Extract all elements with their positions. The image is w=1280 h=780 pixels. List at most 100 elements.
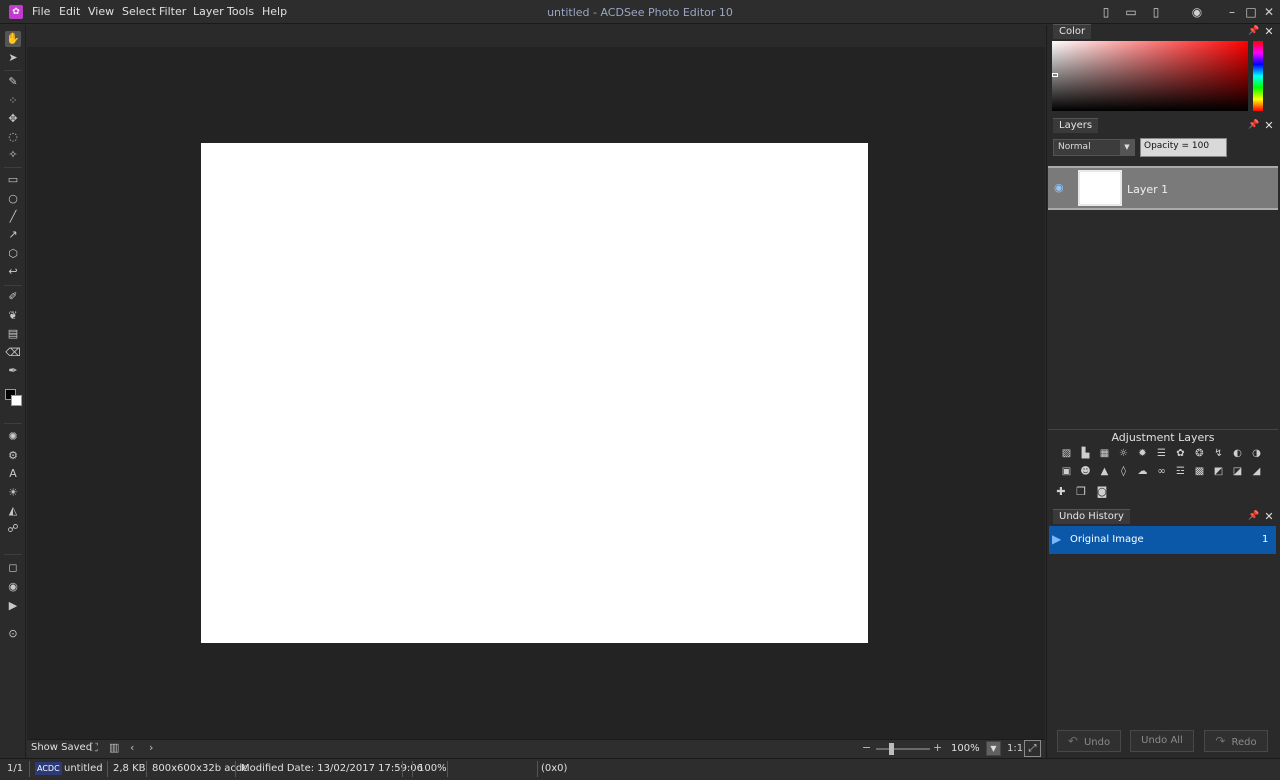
color-picker-marker[interactable] [1052, 73, 1058, 77]
polygon-tool-icon[interactable]: ⬡ [5, 246, 21, 262]
pin-icon[interactable]: 📌 [1248, 26, 1259, 38]
gradient-tool-icon[interactable]: ▤ [5, 326, 21, 342]
app-logo-icon[interactable]: ✿ [9, 5, 23, 19]
sharpen-icon[interactable]: ▲ [1098, 465, 1111, 478]
text-tool-icon[interactable]: A [5, 466, 21, 482]
visibility-icon[interactable]: ◉ [1190, 5, 1204, 19]
menu-edit[interactable]: Edit [59, 5, 80, 18]
zoom-slider[interactable] [876, 748, 930, 750]
menu-help[interactable]: Help [262, 5, 287, 18]
ellipse-tool-icon[interactable]: ○ [5, 191, 21, 207]
hand-tool-icon[interactable]: ✋ [5, 31, 21, 47]
line-tool-icon[interactable]: ╱ [5, 209, 21, 225]
selection-brush-icon[interactable]: ✎ [5, 74, 21, 90]
curves-icon[interactable]: ▦ [1098, 447, 1111, 460]
menu-file[interactable]: File [32, 5, 50, 18]
exposure-icon[interactable]: ✹ [1136, 447, 1149, 460]
background-color-swatch[interactable] [11, 395, 22, 406]
close-icon[interactable]: ✕ [1264, 120, 1274, 132]
chevron-down-icon[interactable]: ▼ [1120, 140, 1134, 155]
menu-filter[interactable]: Filter [159, 5, 186, 18]
photo-filter-icon[interactable]: ▣ [1060, 465, 1073, 478]
show-saved-button[interactable]: Show Saved [31, 742, 92, 753]
layers-panel-title[interactable]: Layers [1053, 118, 1099, 133]
undo-history-panel-title[interactable]: Undo History [1053, 509, 1130, 524]
add-layer-icon[interactable]: ✚ [1054, 486, 1068, 498]
color-balance-icon[interactable]: ✿ [1174, 447, 1187, 460]
repair-tool-icon[interactable]: ✺ [5, 429, 21, 445]
zoom-dropdown-chevron-icon[interactable]: ▼ [986, 741, 1001, 756]
color-picker-field[interactable] [1052, 41, 1248, 111]
menu-tools[interactable]: Tools [227, 5, 254, 18]
layout-bottom-icon[interactable]: ▭ [1124, 5, 1138, 19]
portrait-icon[interactable]: ☻ [1079, 465, 1092, 478]
zoom-value[interactable]: 100% [951, 743, 980, 754]
redo-button[interactable]: ↷ Redo [1204, 730, 1268, 752]
zoom-in-icon[interactable]: + [933, 741, 942, 754]
lasso-tool-icon[interactable]: ◌ [5, 129, 21, 145]
transform-tool-icon[interactable]: ✥ [5, 111, 21, 127]
landscape-icon[interactable]: ◩ [1212, 465, 1225, 478]
vignette-icon[interactable]: ☁ [1136, 465, 1149, 478]
paint-bucket-icon[interactable]: ❦ [5, 308, 21, 324]
red-eye-tool-icon[interactable]: ☍ [5, 521, 21, 537]
hue-saturation-icon[interactable]: ❂ [1193, 447, 1206, 460]
eraser-tool-icon[interactable]: ⌫ [5, 345, 21, 361]
gradient-map-icon[interactable]: ◪ [1231, 465, 1244, 478]
glasses-icon[interactable]: ∞ [1155, 465, 1168, 478]
brightness-icon[interactable]: ☼ [1117, 447, 1130, 460]
layout-right-icon[interactable]: ▯ [1149, 5, 1163, 19]
fade-icon[interactable]: ☲ [1174, 465, 1187, 478]
close-window-icon[interactable]: ✕ [1262, 5, 1276, 19]
layout-left-icon[interactable]: ▯ [1099, 5, 1113, 19]
arrow-tool-icon[interactable]: ↗ [5, 227, 21, 243]
mask-circle-icon[interactable]: ◉ [5, 579, 21, 595]
menu-layer[interactable]: Layer [193, 5, 224, 18]
eyedropper-tool-icon[interactable]: ✒ [5, 363, 21, 379]
fill-tool-icon[interactable]: ◭ [5, 503, 21, 519]
histogram-icon[interactable]: ▙ [1079, 447, 1092, 460]
mask-square-icon[interactable]: ◻ [5, 560, 21, 576]
previous-image-icon[interactable]: ‹ [130, 741, 134, 754]
zoom-slider-thumb[interactable] [889, 743, 894, 755]
undo-all-button[interactable]: Undo All [1130, 730, 1194, 752]
invert-icon[interactable]: ◐ [1231, 447, 1244, 460]
settings-tool-icon[interactable]: ⚙ [5, 448, 21, 464]
record-action-icon[interactable]: ⊙ [5, 626, 21, 642]
grid-icon[interactable]: ▩ [1193, 465, 1206, 478]
pin-icon[interactable]: 📌 [1248, 511, 1259, 523]
pin-icon[interactable]: 📌 [1248, 120, 1259, 132]
close-icon[interactable]: ✕ [1264, 511, 1274, 523]
hue-slider[interactable] [1253, 41, 1263, 111]
menu-select[interactable]: Select [122, 5, 156, 18]
fit-to-window-icon[interactable]: ⤢ [1024, 740, 1041, 757]
curve-tool-icon[interactable]: ↩ [5, 264, 21, 280]
duplicate-layer-icon[interactable]: ❐ [1074, 486, 1088, 498]
opacity-field[interactable]: Opacity = 100 [1140, 138, 1227, 157]
menu-view[interactable]: View [88, 5, 114, 18]
rectangle-tool-icon[interactable]: ▭ [5, 172, 21, 188]
levels-icon[interactable]: ▨ [1060, 447, 1073, 460]
next-image-icon[interactable]: › [149, 741, 153, 754]
eye-icon[interactable]: ◉ [1054, 181, 1064, 194]
move-tool-icon[interactable]: ➤ [5, 50, 21, 66]
tone-curve-icon[interactable]: ↯ [1212, 447, 1225, 460]
fullscreen-icon[interactable]: ⛶ [90, 741, 98, 755]
black-white-icon[interactable]: ◑ [1250, 447, 1263, 460]
play-action-icon[interactable]: ▶ [5, 598, 21, 614]
sliders-icon[interactable]: ☰ [1155, 447, 1168, 460]
actual-size-button[interactable]: 1:1 [1007, 743, 1023, 754]
minimize-icon[interactable]: – [1225, 5, 1239, 19]
undo-button[interactable]: ↶ Undo [1057, 730, 1121, 752]
magic-wand-icon[interactable]: ✧ [5, 147, 21, 163]
histogram-icon[interactable]: ▥ [109, 741, 119, 754]
selection-nodes-icon[interactable]: ⁘ [5, 93, 21, 109]
droplet-icon[interactable]: ◊ [1117, 465, 1130, 478]
light-tool-icon[interactable]: ☀ [5, 485, 21, 501]
image-canvas[interactable] [201, 143, 868, 643]
maximize-icon[interactable]: □ [1244, 5, 1258, 19]
chart-icon[interactable]: ◢ [1250, 465, 1263, 478]
layer-mask-icon[interactable]: ◙ [1095, 486, 1109, 498]
color-panel-title[interactable]: Color [1053, 24, 1092, 39]
brush-tool-icon[interactable]: ✐ [5, 289, 21, 305]
